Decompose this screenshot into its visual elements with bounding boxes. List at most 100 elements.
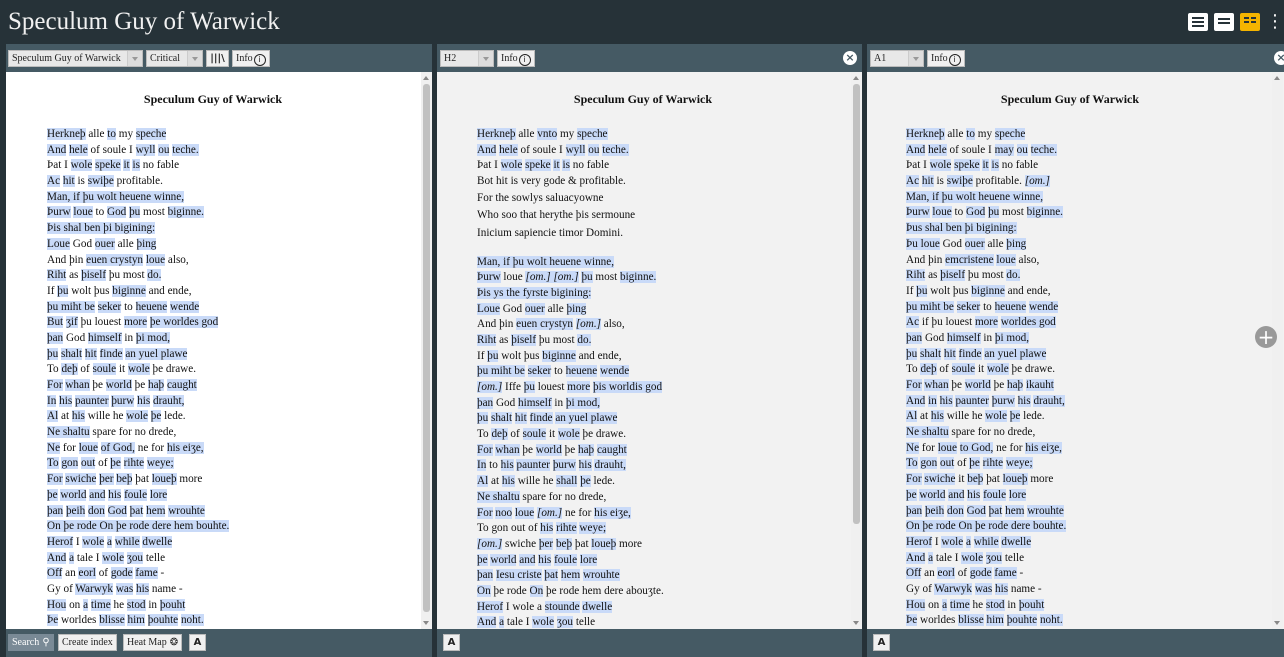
search-button[interactable]: Search ⚲ — [8, 634, 54, 651]
highlighted-word[interactable]: Þurw — [47, 206, 71, 219]
highlighted-word[interactable]: þer — [538, 537, 554, 550]
highlighted-word[interactable]: þis worldis god — [593, 381, 663, 394]
highlighted-word[interactable]: ouer — [964, 237, 985, 250]
highlighted-word[interactable]: þan — [906, 504, 923, 517]
highlighted-word[interactable]: þeih — [924, 504, 945, 517]
highlighted-word[interactable]: don — [88, 504, 105, 517]
highlighted-word[interactable]: Herof — [47, 535, 74, 548]
highlighted-word[interactable]: Hou — [47, 598, 67, 611]
highlighted-word[interactable]: do. — [577, 333, 592, 346]
highlighted-word[interactable]: wole — [500, 159, 523, 172]
highlighted-word[interactable]: ʒou — [985, 551, 1003, 564]
highlighted-word[interactable]: stounde — [544, 600, 580, 613]
highlighted-word[interactable]: Herof — [477, 600, 504, 613]
highlighted-word[interactable]: þu — [82, 190, 94, 203]
highlighted-word[interactable]: For — [47, 379, 63, 391]
highlighted-word[interactable]: þing — [1006, 237, 1027, 250]
highlighted-word[interactable]: loueþ — [1002, 473, 1028, 486]
highlighted-word[interactable]: Riht — [47, 269, 67, 282]
highlighted-word[interactable]: þe — [969, 457, 980, 470]
highlighted-word[interactable]: ou — [1016, 143, 1028, 156]
highlighted-word[interactable]: þe — [110, 457, 121, 470]
highlighted-word[interactable]: loue — [145, 253, 166, 266]
highlighted-word[interactable]: þu — [47, 347, 59, 360]
highlighted-word[interactable]: wende — [1029, 300, 1059, 313]
highlighted-word[interactable]: world — [60, 488, 87, 501]
highlighted-word[interactable]: wole — [102, 551, 125, 564]
highlighted-word[interactable]: Off — [47, 567, 63, 580]
highlighted-word[interactable]: weye; — [1005, 457, 1033, 470]
highlighted-word[interactable]: shall — [556, 475, 578, 488]
highlighted-word[interactable]: caught — [166, 379, 197, 391]
highlighted-word[interactable]: þer — [99, 473, 114, 486]
highlighted-word[interactable]: þu — [487, 349, 499, 362]
highlighted-word[interactable]: whan — [65, 379, 90, 391]
highlighted-word[interactable]: his — [538, 553, 552, 566]
highlighted-word[interactable]: biginne. — [619, 271, 657, 284]
highlighted-word[interactable]: his — [71, 410, 85, 423]
highlighted-word[interactable]: Warwyk — [934, 582, 973, 595]
highlighted-word[interactable]: swiche — [65, 473, 97, 486]
highlighted-word[interactable]: his — [500, 459, 514, 472]
highlighted-word[interactable]: swiþe — [87, 175, 114, 188]
highlighted-word[interactable]: Ac — [906, 175, 920, 188]
scroll-down-icon[interactable] — [1274, 621, 1280, 625]
highlighted-word[interactable]: deþ — [491, 428, 508, 441]
highlighted-word[interactable]: hit — [84, 347, 97, 360]
highlighted-word[interactable]: loueþ — [591, 537, 617, 550]
highlighted-word[interactable]: wrouhte — [168, 504, 205, 517]
highlighted-word[interactable]: ou — [588, 143, 600, 156]
highlighted-word[interactable]: þu — [581, 271, 593, 284]
highlighted-word[interactable]: lore — [579, 553, 598, 566]
highlighted-word[interactable]: foule — [554, 553, 578, 566]
highlighted-word[interactable]: ʒou — [126, 551, 144, 564]
highlighted-word[interactable]: world — [490, 553, 517, 566]
vertical-scrollbar[interactable] — [421, 72, 432, 629]
highlighted-word[interactable]: Herof — [906, 535, 933, 548]
highlighted-word[interactable]: Riht — [906, 269, 926, 282]
highlighted-word[interactable]: is — [132, 159, 140, 172]
heat-map-button[interactable]: Heat Map ❂ — [123, 634, 183, 651]
highlighted-word[interactable]: shalt — [60, 347, 83, 360]
highlighted-word[interactable]: heuene winne, — [116, 190, 185, 203]
highlighted-word[interactable]: his — [501, 475, 515, 488]
info-button[interactable]: Info i — [927, 50, 965, 67]
highlighted-word[interactable]: Al — [477, 475, 489, 488]
more-options-icon[interactable]: ⋮ — [1266, 13, 1284, 31]
highlighted-word[interactable]: his — [1017, 394, 1031, 407]
highlighted-word[interactable]: þi mod, — [994, 331, 1030, 344]
highlighted-word[interactable]: swiche — [924, 473, 956, 486]
highlighted-word[interactable]: drauht, — [1033, 394, 1065, 407]
highlighted-word[interactable]: wolt — [955, 190, 976, 203]
highlighted-word[interactable]: biginne. — [1026, 206, 1063, 219]
close-panel-icon[interactable]: × — [1274, 51, 1284, 65]
highlighted-word[interactable]: beþ — [967, 473, 984, 486]
scroll-up-icon[interactable] — [1274, 76, 1280, 80]
highlighted-word[interactable]: þeih — [65, 504, 86, 517]
highlighted-word[interactable]: þe — [150, 410, 162, 423]
highlighted-word[interactable]: And — [477, 143, 497, 156]
highlighted-word[interactable]: soule — [522, 428, 547, 441]
scroll-up-icon[interactable] — [423, 76, 429, 80]
highlighted-word[interactable]: þe — [1009, 410, 1021, 423]
edition-select[interactable]: Speculum Guy of Warwick — [8, 50, 143, 67]
highlighted-word[interactable]: God — [965, 206, 986, 219]
highlighted-word[interactable]: haþ — [1007, 379, 1024, 391]
highlighted-word[interactable]: þu — [941, 190, 953, 203]
highlighted-word[interactable]: þan — [906, 331, 923, 344]
highlighted-word[interactable]: Þis ys the fyrste bigining: — [477, 286, 592, 299]
highlighted-word[interactable]: paunter — [516, 459, 551, 472]
highlighted-word[interactable]: wolt — [526, 255, 547, 268]
highlighted-word[interactable]: þe worldes god — [149, 316, 219, 329]
omission-marker[interactable]: [om.] — [477, 381, 503, 394]
highlighted-word[interactable]: was — [974, 582, 993, 595]
highlighted-word[interactable]: soule — [92, 363, 117, 376]
highlighted-word[interactable]: finde — [99, 347, 123, 360]
highlighted-word[interactable]: more — [974, 316, 998, 329]
highlighted-word[interactable]: Loue — [47, 237, 70, 250]
highlighted-word[interactable]: For — [906, 473, 922, 486]
highlighted-word[interactable]: þouht — [159, 598, 186, 611]
highlighted-word[interactable]: seker — [956, 300, 981, 313]
highlighted-word[interactable]: heuene winne, — [546, 255, 615, 268]
highlighted-word[interactable]: emcristene — [945, 253, 994, 266]
